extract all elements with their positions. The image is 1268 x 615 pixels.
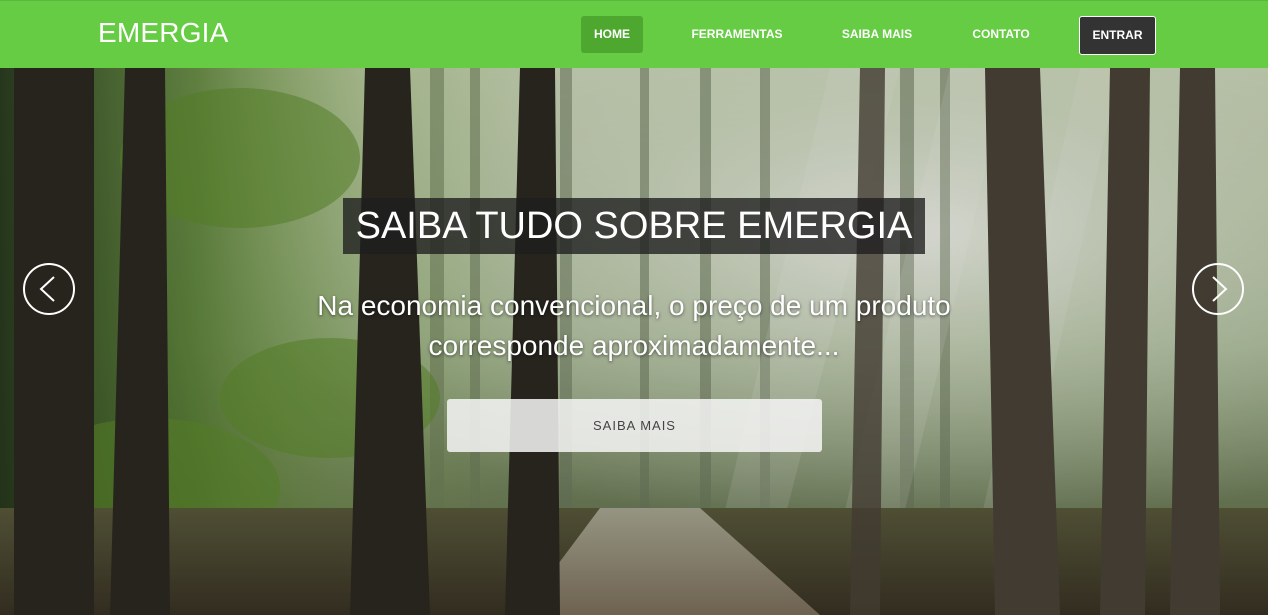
hero-subtitle: Na economia convencional, o preço de um … [317,290,951,361]
hero-title: SAIBA TUDO SOBRE EMERGIA [343,198,925,254]
chevron-left-icon [39,276,55,302]
nav-saiba-mais[interactable]: SAIBA MAIS [838,16,916,53]
brand-logo[interactable]: EMERGIA [98,16,229,50]
page: EMERGIA HOME FERRAMENTAS SAIBA MAIS CONT… [0,0,1268,615]
chevron-right-icon [1212,276,1228,302]
carousel-next-button[interactable] [1192,263,1244,315]
carousel-prev-button[interactable] [23,263,75,315]
nav-home[interactable]: HOME [581,16,643,53]
nav-contato[interactable]: CONTATO [968,16,1034,53]
hero-carousel: SAIBA TUDO SOBRE EMERGIA Na economia con… [0,68,1268,615]
top-navbar: EMERGIA HOME FERRAMENTAS SAIBA MAIS CONT… [0,0,1268,68]
login-button[interactable]: ENTRAR [1079,16,1156,55]
saiba-mais-cta-button[interactable]: SAIBA MAIS [447,399,822,452]
nav-ferramentas[interactable]: FERRAMENTAS [688,16,786,53]
